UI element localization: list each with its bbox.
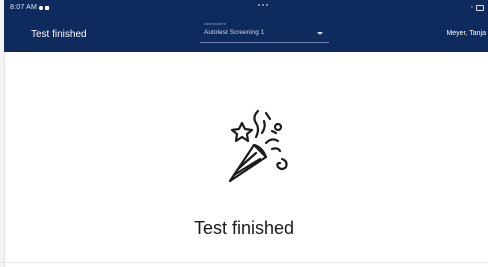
notification-dot-icon [39, 5, 44, 10]
chevron-down-icon [317, 32, 323, 35]
battery-icon [476, 4, 484, 11]
selector-label: Assessment [204, 21, 226, 26]
status-bar-right: ◦ [471, 4, 484, 11]
test-finished-message: Test finished [193, 218, 295, 238]
header-bar: 8:07 AM ◦ Test finished Assessment Autot… [4, 0, 488, 52]
test-selector-dropdown[interactable]: Assessment Autotest Screening 1 [200, 21, 329, 43]
bottom-divider [0, 262, 488, 263]
app-window: 8:07 AM ◦ Test finished Assessment Autot… [0, 0, 488, 267]
status-time: 8:07 AM [10, 4, 38, 11]
party-popper-icon [228, 109, 288, 183]
selector-value: Autotest Screening 1 [204, 29, 265, 36]
notification-square-icon [45, 5, 50, 10]
multitask-handle-icon[interactable] [258, 4, 270, 7]
page-title: Test finished [31, 29, 87, 40]
status-bar-left: 8:07 AM [10, 4, 50, 11]
user-name[interactable]: Meyer, Tanja [446, 30, 486, 37]
wifi-icon: ◦ [470, 4, 473, 11]
